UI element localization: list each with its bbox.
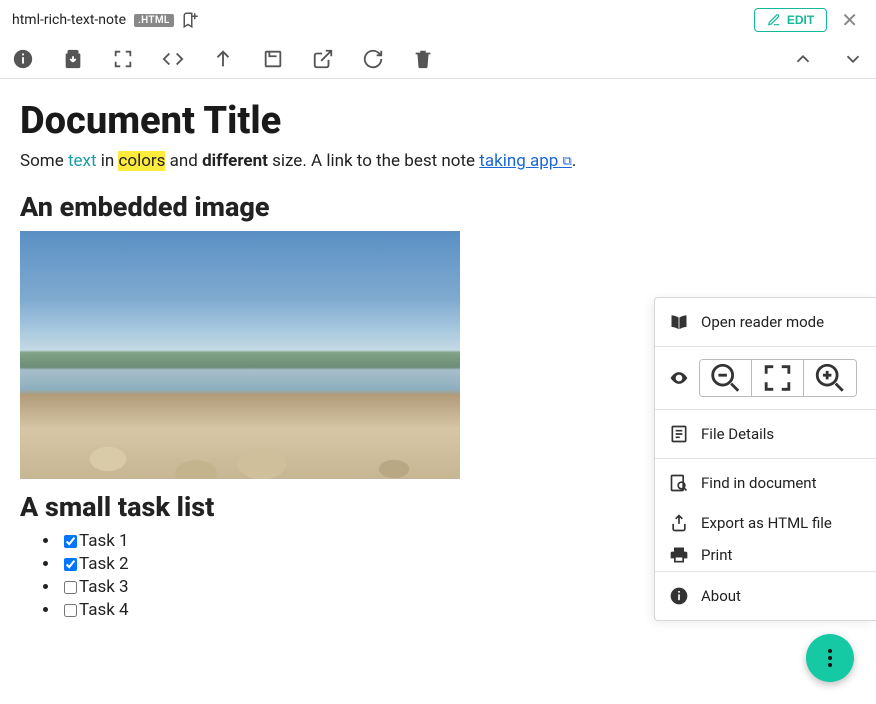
delete-icon[interactable] xyxy=(412,48,434,70)
filetype-badge: .HTML xyxy=(134,14,174,27)
edit-button[interactable]: EDIT xyxy=(754,8,827,32)
menu-export[interactable]: Export as HTML file xyxy=(655,507,876,539)
edit-button-label: EDIT xyxy=(787,13,814,27)
fullscreen-icon[interactable] xyxy=(112,48,134,70)
task-checkbox[interactable] xyxy=(64,535,77,548)
export-icon xyxy=(669,513,689,533)
menu-label: Print xyxy=(701,546,732,564)
arrow-up-icon[interactable] xyxy=(212,48,234,70)
menu-file-details[interactable]: File Details xyxy=(655,410,876,458)
chevron-down-icon[interactable] xyxy=(842,48,864,70)
task-label: Task 3 xyxy=(79,577,129,597)
task-label: Task 4 xyxy=(79,600,129,620)
menu-label: About xyxy=(701,587,741,605)
menu-print[interactable]: Print xyxy=(655,539,876,571)
menu-label: Find in document xyxy=(701,474,817,492)
menu-reader-mode[interactable]: Open reader mode xyxy=(655,298,876,346)
document-title: Document Title xyxy=(20,99,856,143)
task-label: Task 1 xyxy=(79,531,129,551)
code-icon[interactable] xyxy=(162,48,184,70)
intro-bold-word: different xyxy=(202,151,268,171)
zoom-out-button[interactable] xyxy=(700,360,752,396)
book-icon xyxy=(669,312,689,332)
refresh-icon[interactable] xyxy=(362,48,384,70)
titlebar: html-rich-text-note .HTML EDIT ✕ xyxy=(0,0,876,40)
info-icon[interactable] xyxy=(12,48,34,70)
bookmark-add-icon[interactable] xyxy=(182,11,200,29)
task-checkbox[interactable] xyxy=(64,558,77,571)
intro-highlighted-word: colors xyxy=(118,151,165,171)
more-options-fab[interactable] xyxy=(806,634,854,682)
menu-label: Open reader mode xyxy=(701,313,824,331)
eye-icon xyxy=(669,368,689,388)
menu-label: Export as HTML file xyxy=(701,514,832,532)
external-link-icon: ⧉ xyxy=(563,154,572,169)
print-icon xyxy=(669,545,689,565)
intro-text: and xyxy=(165,151,202,171)
embedded-image xyxy=(20,231,460,479)
task-label: Task 2 xyxy=(79,554,129,574)
more-vertical-icon xyxy=(828,649,832,667)
options-popover: Open reader mode File Details Find xyxy=(654,297,876,621)
intro-paragraph: Some text in colors and different size. … xyxy=(20,151,856,171)
task-checkbox[interactable] xyxy=(64,581,77,594)
menu-about[interactable]: About xyxy=(655,572,876,620)
intro-link[interactable]: taking app ⧉ xyxy=(479,151,572,171)
about-icon xyxy=(669,586,689,606)
intro-link-label: taking app xyxy=(479,151,558,171)
filename: html-rich-text-note xyxy=(12,12,126,28)
intro-colored-word: text xyxy=(68,151,97,171)
task-checkbox[interactable] xyxy=(64,604,77,617)
find-icon xyxy=(669,473,689,493)
open-external-icon[interactable] xyxy=(312,48,334,70)
zoom-in-button[interactable] xyxy=(804,360,856,396)
menu-label: File Details xyxy=(701,425,774,443)
zoom-fit-button[interactable] xyxy=(752,360,804,396)
intro-text: size. A link to the best note xyxy=(268,151,479,171)
chevron-up-icon[interactable] xyxy=(792,48,814,70)
intro-text: Some xyxy=(20,151,68,171)
close-icon[interactable]: ✕ xyxy=(835,8,864,32)
clipboard-download-icon[interactable] xyxy=(62,48,84,70)
intro-text: in xyxy=(97,151,119,171)
zoom-controls xyxy=(655,347,876,409)
intro-text: . xyxy=(572,151,576,171)
menu-find[interactable]: Find in document xyxy=(655,459,876,507)
heading-image: An embedded image xyxy=(20,191,856,223)
open-new-tab-icon[interactable] xyxy=(262,48,284,70)
file-details-icon xyxy=(669,424,689,444)
toolbar xyxy=(0,40,876,79)
